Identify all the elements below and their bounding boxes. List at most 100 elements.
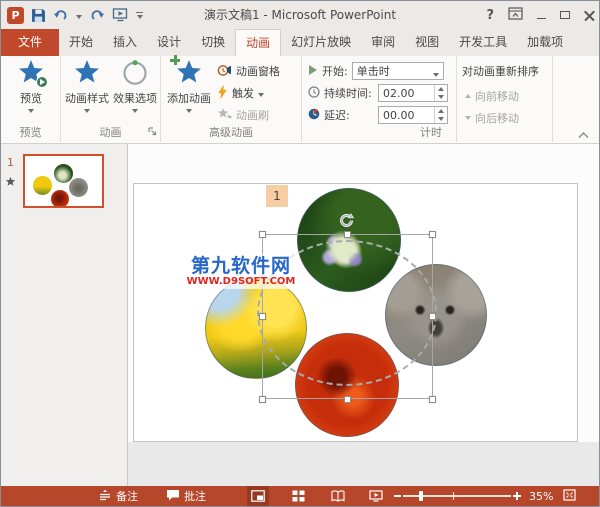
animation-order-number: 1 xyxy=(273,189,281,203)
delay-row: 延迟: 00.00 xyxy=(308,106,448,124)
tab-transitions[interactable]: 切换 xyxy=(191,29,235,56)
animation-indicator-star-icon xyxy=(5,176,16,190)
selection-handle-n[interactable] xyxy=(344,231,351,238)
effect-options-label: 效果选项 xyxy=(113,92,157,105)
play-badge-icon xyxy=(36,76,48,88)
animation-painter-label: 动画刷 xyxy=(236,109,269,122)
start-combobox[interactable]: 单击时 xyxy=(351,62,444,80)
rotate-handle-icon[interactable] xyxy=(338,211,355,230)
selection-handle-nw[interactable] xyxy=(259,231,266,238)
effect-options-button[interactable]: 效果选项 xyxy=(109,58,161,113)
move-earlier-arrow-icon xyxy=(465,94,471,98)
duration-spin-buttons[interactable] xyxy=(434,85,447,101)
slideshow-view-button[interactable] xyxy=(365,486,387,506)
animation-pane-icon xyxy=(217,63,232,80)
maximize-icon[interactable] xyxy=(560,11,570,19)
plus-badge-icon xyxy=(170,55,180,65)
notes-label: 备注 xyxy=(116,490,138,503)
move-earlier-button[interactable]: 向前移动 xyxy=(465,87,519,105)
watermark: 第九软件网 WWW.D9SOFT.COM xyxy=(183,254,299,289)
group-label-timing: 计时 xyxy=(420,126,442,139)
normal-view-button[interactable] xyxy=(247,486,269,506)
workspace: 1 1 第九软件网 WWW.D9SOFT.COM xyxy=(1,144,599,486)
ribbon-tab-row: 文件 开始 插入 设计 切换 动画 幻灯片放映 审阅 视图 开发工具 加载项 xyxy=(1,29,599,56)
thumb-circle-redflower xyxy=(51,190,69,206)
zoom-in-icon[interactable] xyxy=(513,492,521,500)
tab-review[interactable]: 审阅 xyxy=(361,29,405,56)
selection-handle-w[interactable] xyxy=(259,313,266,320)
group-label-advanced-animation: 高级动画 xyxy=(209,126,253,139)
tab-addins[interactable]: 加载项 xyxy=(517,29,573,56)
fit-slide-to-window-button[interactable] xyxy=(563,486,576,506)
slide-sorter-view-button[interactable] xyxy=(287,486,309,506)
animation-order-badge[interactable]: 1 xyxy=(266,185,288,207)
tab-animations[interactable]: 动画 xyxy=(235,29,282,56)
animation-pane-button[interactable]: 动画窗格 xyxy=(217,62,280,80)
start-icon xyxy=(308,64,318,79)
start-combo-arrow-icon xyxy=(432,73,439,77)
selection-handle-se[interactable] xyxy=(429,396,436,403)
reading-view-button[interactable] xyxy=(327,486,349,506)
watermark-site-url: WWW.D9SOFT.COM xyxy=(186,276,296,287)
slide-thumbnail-panel[interactable]: 1 xyxy=(1,144,128,486)
thumb-circle-hydrangea xyxy=(54,164,73,183)
lightning-icon xyxy=(217,84,228,102)
duration-value: 02.00 xyxy=(383,86,415,100)
tab-view[interactable]: 视图 xyxy=(405,29,449,56)
delay-value: 00.00 xyxy=(383,108,415,122)
duration-label: 持续时间: xyxy=(324,87,372,100)
preview-label: 预览 xyxy=(20,92,42,105)
tab-slideshow[interactable]: 幻灯片放映 xyxy=(281,29,361,56)
zoom-slider-center-tick xyxy=(453,492,454,500)
animation-dialog-launcher-icon[interactable] xyxy=(148,125,157,139)
minimize-icon[interactable] xyxy=(537,17,546,19)
duration-spinner[interactable]: 02.00 xyxy=(378,84,448,102)
slide-1-thumbnail[interactable] xyxy=(23,154,104,208)
delay-spinner[interactable]: 00.00 xyxy=(378,106,448,124)
close-icon[interactable] xyxy=(584,10,595,21)
canvas-lower-margin xyxy=(128,442,599,486)
zoom-out-icon[interactable] xyxy=(394,495,401,497)
selection-handle-ne[interactable] xyxy=(429,231,436,238)
preview-button[interactable]: 预览 xyxy=(4,58,58,113)
animation-styles-button[interactable]: 动画样式 xyxy=(61,58,113,113)
slide-editing-area: 1 第九软件网 WWW.D9SOFT.COM xyxy=(128,144,599,486)
zoom-level[interactable]: 35% xyxy=(529,486,553,506)
add-animation-dropdown-icon xyxy=(186,109,192,113)
start-value: 单击时 xyxy=(356,65,390,78)
selection-handle-e[interactable] xyxy=(429,313,436,320)
move-later-button[interactable]: 向后移动 xyxy=(465,109,519,127)
duration-clock-icon xyxy=(308,85,320,101)
animation-pane-label: 动画窗格 xyxy=(236,65,280,78)
move-earlier-label: 向前移动 xyxy=(475,90,519,103)
ribbon-animations: 预览 预览 动画样式 效果选项 动画 添加动画 动画窗格 触发 动画刷 高级动画… xyxy=(1,55,599,144)
group-reorder-animation: 对动画重新排序 向前移动 向后移动 xyxy=(457,56,553,142)
tab-developer[interactable]: 开发工具 xyxy=(449,29,517,56)
add-animation-star-icon xyxy=(170,55,203,86)
add-animation-label: 添加动画 xyxy=(167,92,211,105)
tab-insert[interactable]: 插入 xyxy=(103,29,147,56)
comments-toggle[interactable]: 批注 xyxy=(166,486,206,506)
add-animation-button[interactable]: 添加动画 xyxy=(167,55,211,113)
tab-design[interactable]: 设计 xyxy=(147,29,191,56)
trigger-button[interactable]: 触发 xyxy=(217,84,264,102)
zoom-slider-handle[interactable] xyxy=(419,491,423,501)
thumb-circle-koala xyxy=(69,178,88,197)
notes-toggle[interactable]: 备注 xyxy=(98,486,138,506)
selection-handle-sw[interactable] xyxy=(259,396,266,403)
group-advanced-animation: 添加动画 动画窗格 触发 动画刷 高级动画 xyxy=(161,55,302,142)
trigger-dropdown-icon xyxy=(258,92,264,97)
ribbon-display-options-icon[interactable] xyxy=(508,7,523,23)
powerpoint-window: P 演示文稿1 - Microsoft PowerPoint ? 文件 开始 插… xyxy=(0,0,600,507)
start-row: 开始: 单击时 xyxy=(308,62,444,80)
selection-handle-s[interactable] xyxy=(344,396,351,403)
delay-spin-buttons[interactable] xyxy=(434,107,447,123)
animation-painter-button[interactable]: 动画刷 xyxy=(217,106,269,124)
tab-file[interactable]: 文件 xyxy=(1,29,60,56)
tab-home[interactable]: 开始 xyxy=(59,29,103,56)
help-icon[interactable]: ? xyxy=(486,8,494,23)
collapse-ribbon-icon[interactable] xyxy=(578,128,589,142)
zoom-level-text: 35% xyxy=(529,489,554,503)
notes-icon xyxy=(98,489,112,504)
status-bar: 备注 批注 35% xyxy=(1,486,599,506)
